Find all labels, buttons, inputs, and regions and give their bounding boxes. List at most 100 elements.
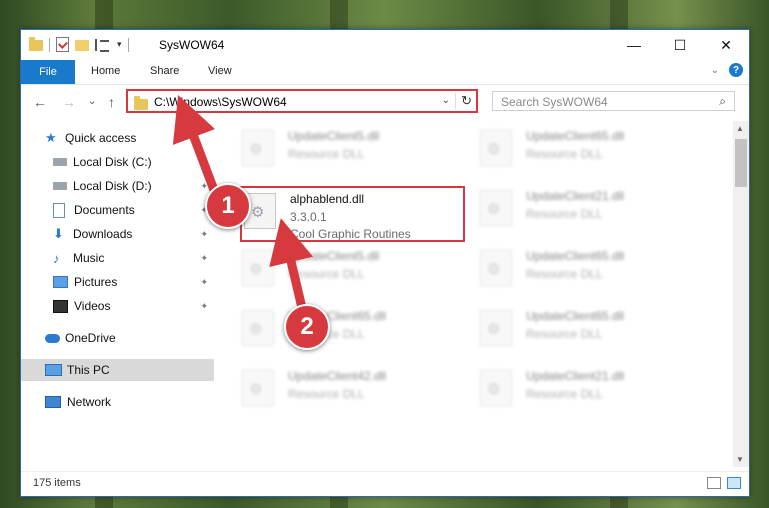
window-controls: — ☐ ✕: [611, 30, 749, 60]
sidebar-item-label: Quick access: [65, 131, 137, 145]
search-box[interactable]: Search SysWOW64 ⌕: [492, 91, 735, 111]
pin-icon[interactable]: ✦: [200, 301, 208, 312]
help-icon[interactable]: ?: [729, 63, 743, 77]
scroll-up-icon[interactable]: ▲: [736, 124, 744, 133]
navigation-bar: ← → ⌄ ↑ C:\Windows\SysWOW64 ⌄ ↻ Search S…: [21, 85, 749, 119]
view-toggle: [707, 477, 741, 489]
tab-view[interactable]: View: [208, 65, 232, 77]
pictures-icon: [53, 276, 68, 288]
divider: [127, 37, 129, 52]
explorer-window: ▾ SysWOW64 — ☐ ✕ File Home Share View ⌄ …: [20, 29, 750, 497]
sidebar-item-documents[interactable]: Documents ✦: [21, 199, 214, 221]
file-name: UpdateClient65.dll: [526, 249, 625, 263]
file-tab[interactable]: File: [21, 60, 75, 84]
dll-file-icon: [480, 370, 512, 406]
folder-icon: [134, 96, 148, 110]
ribbon: File Home Share View ⌄ ?: [21, 60, 749, 85]
file-type: Resource DLL: [526, 267, 603, 281]
pin-icon[interactable]: ✦: [200, 277, 208, 288]
sidebar-item-onedrive[interactable]: OneDrive: [21, 327, 214, 349]
disk-icon: [53, 158, 67, 166]
sidebar-item-label: Local Disk (D:): [73, 179, 152, 193]
file-type: Resource DLL: [288, 387, 365, 401]
recent-locations-button[interactable]: ⌄: [88, 96, 96, 107]
pin-icon[interactable]: ✦: [200, 157, 208, 168]
new-folder-icon[interactable]: [75, 40, 89, 51]
properties-icon[interactable]: [56, 37, 69, 52]
file-item-alphablend[interactable]: alphablend.dll 3.3.0.1 Cool Graphic Rout…: [242, 188, 462, 241]
download-icon: ⬇: [53, 226, 64, 241]
file-version: 3.3.0.1: [290, 210, 327, 224]
file-item[interactable]: UpdateClient65.dll Resource DLL: [240, 305, 460, 355]
maximize-button[interactable]: ☐: [657, 30, 703, 60]
refresh-button[interactable]: ↻: [455, 93, 472, 109]
scroll-thumb[interactable]: [735, 139, 747, 187]
quick-access-toolbar: ▾: [29, 37, 129, 52]
pin-icon[interactable]: ✦: [200, 253, 208, 264]
sidebar-item-label: Videos: [74, 299, 111, 313]
dll-file-icon: [480, 130, 512, 166]
file-item[interactable]: UpdateClient65.dll Resource DLL: [478, 125, 698, 175]
sidebar-item-local-disk-c[interactable]: Local Disk (C:) ✦: [21, 151, 214, 173]
address-bar[interactable]: C:\Windows\SysWOW64 ⌄ ↻: [126, 89, 478, 113]
forward-button[interactable]: →: [62, 94, 76, 110]
window-title: SysWOW64: [159, 38, 225, 52]
details-view-icon[interactable]: [707, 477, 721, 489]
this-pc-icon: [45, 364, 62, 376]
file-type: Resource DLL: [526, 207, 603, 221]
minimize-button[interactable]: —: [611, 30, 657, 60]
customize-toolbar-icon[interactable]: ▾: [117, 39, 122, 50]
sidebar-item-label: Downloads: [73, 227, 133, 241]
item-count: 175 items: [33, 477, 81, 489]
sidebar-item-quick-access[interactable]: ★ Quick access: [21, 127, 214, 149]
sidebar-item-music[interactable]: ♪ Music ✦: [21, 247, 214, 269]
vertical-scrollbar[interactable]: ▲ ▼: [733, 121, 749, 467]
step-1-marker: 1: [205, 183, 251, 229]
file-item[interactable]: UpdateClient65.dll Resource DLL: [478, 305, 698, 355]
up-button[interactable]: ↑: [108, 94, 115, 110]
file-type: Resource DLL: [526, 147, 603, 161]
file-item[interactable]: UpdateClient42.dll Resource DLL: [240, 365, 460, 415]
address-dropdown-icon[interactable]: ⌄: [442, 95, 450, 106]
star-icon: ★: [45, 130, 57, 145]
sidebar-item-downloads[interactable]: ⬇ Downloads ✦: [21, 223, 214, 245]
file-name: UpdateClient5.dll: [288, 249, 380, 263]
sidebar-item-network[interactable]: Network: [21, 391, 214, 413]
sidebar-item-label: Documents: [74, 203, 135, 217]
file-list: UpdateClient5.dll Resource DLL UpdateCli…: [220, 121, 732, 467]
tab-home[interactable]: Home: [91, 65, 120, 77]
close-button[interactable]: ✕: [703, 30, 749, 60]
file-name: UpdateClient42.dll: [288, 369, 387, 383]
file-type: Resource DLL: [526, 327, 603, 341]
sidebar-item-videos[interactable]: Videos ✦: [21, 295, 214, 317]
sidebar-item-local-disk-d[interactable]: Local Disk (D:) ✦: [21, 175, 214, 197]
videos-icon: [53, 299, 68, 313]
dll-file-icon: [242, 370, 274, 406]
expand-ribbon-icon[interactable]: ⌄: [711, 65, 719, 76]
search-input[interactable]: Search SysWOW64: [501, 95, 608, 109]
file-item[interactable]: UpdateClient21.dll Resource DLL: [478, 365, 698, 415]
sidebar-item-label: Local Disk (C:): [73, 155, 152, 169]
tab-share[interactable]: Share: [150, 65, 179, 77]
status-bar: 175 items: [21, 471, 749, 496]
scroll-down-icon[interactable]: ▼: [736, 455, 744, 464]
file-item[interactable]: UpdateClient65.dll Resource DLL: [478, 245, 698, 295]
sidebar-item-pictures[interactable]: Pictures ✦: [21, 271, 214, 293]
file-item[interactable]: UpdateClient5.dll Resource DLL: [240, 125, 460, 175]
dll-file-icon: [242, 250, 274, 286]
file-name: UpdateClient21.dll: [526, 189, 625, 203]
address-path[interactable]: C:\Windows\SysWOW64: [154, 95, 287, 109]
tiles-view-icon[interactable]: [727, 477, 741, 489]
file-item[interactable]: UpdateClient5.dll Resource DLL: [240, 245, 460, 295]
onedrive-icon: [45, 333, 60, 343]
pin-icon[interactable]: ✦: [200, 181, 208, 192]
file-item[interactable]: UpdateClient21.dll Resource DLL: [478, 185, 698, 235]
view-options-icon[interactable]: [95, 38, 111, 52]
dll-file-icon: [480, 310, 512, 346]
back-button[interactable]: ←: [33, 94, 47, 110]
ribbon-right-controls: ⌄ ?: [711, 63, 743, 77]
pin-icon[interactable]: ✦: [200, 229, 208, 240]
dll-file-icon: [242, 130, 274, 166]
sidebar-item-this-pc[interactable]: This PC: [21, 359, 214, 381]
music-icon: ♪: [53, 250, 60, 266]
